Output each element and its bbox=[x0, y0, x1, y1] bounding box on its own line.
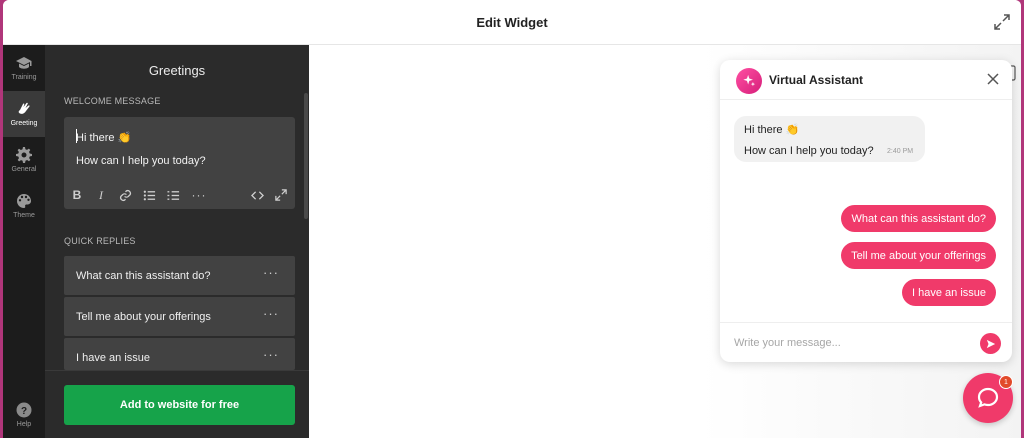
expand-icon[interactable] bbox=[993, 13, 1011, 31]
help-icon: ? bbox=[16, 402, 32, 418]
chat-quick-reply-button[interactable]: Tell me about your offerings bbox=[841, 242, 996, 269]
chat-input-bar bbox=[720, 322, 1012, 362]
welcome-line-2: How can I help you today? bbox=[76, 155, 206, 167]
rail-item-general[interactable]: General bbox=[3, 137, 45, 183]
quick-reply-text: What can this assistant do? bbox=[76, 270, 211, 282]
bot-message-line-1: Hi there 👏 bbox=[744, 124, 800, 136]
add-to-website-button[interactable]: Add to website for free bbox=[64, 385, 295, 425]
numbered-list-icon[interactable] bbox=[164, 186, 182, 204]
rail-label-general: General bbox=[11, 166, 37, 173]
send-button[interactable] bbox=[980, 333, 1001, 354]
rail-label-theme: Theme bbox=[13, 212, 35, 219]
code-view-icon[interactable] bbox=[248, 186, 266, 204]
rail-item-theme[interactable]: Theme bbox=[3, 183, 45, 229]
quick-reply-text: Tell me about your offerings bbox=[76, 311, 211, 323]
bot-message-line-2: How can I help you today? bbox=[744, 145, 874, 157]
more-icon[interactable]: ··· bbox=[263, 347, 279, 362]
quick-reply-item[interactable]: What can this assistant do? ··· bbox=[64, 256, 295, 295]
fullscreen-icon[interactable] bbox=[272, 186, 290, 204]
unread-badge: 1 bbox=[999, 375, 1013, 389]
bold-icon[interactable]: B bbox=[68, 186, 86, 204]
chat-quick-reply-button[interactable]: I have an issue bbox=[902, 279, 996, 306]
left-nav-rail: Training Greeting General Theme ? Help bbox=[3, 45, 45, 438]
rail-label-greeting: Greeting bbox=[10, 120, 38, 127]
chat-quick-reply-button[interactable]: What can this assistant do? bbox=[841, 205, 996, 232]
graduation-cap-icon bbox=[16, 57, 32, 69]
top-bar: Edit Widget bbox=[3, 0, 1021, 45]
rail-item-help[interactable]: ? Help bbox=[3, 392, 45, 438]
close-icon[interactable] bbox=[986, 72, 1000, 86]
edit-widget-window: Edit Widget Training Greeting General Th… bbox=[3, 0, 1021, 438]
sparkle-icon bbox=[743, 74, 756, 87]
italic-icon[interactable]: I bbox=[92, 186, 110, 204]
greetings-panel: Greetings WELCOME MESSAGE Hi there 👏 How… bbox=[45, 45, 309, 438]
message-input[interactable] bbox=[734, 333, 964, 353]
panel-scrollbar[interactable] bbox=[304, 93, 308, 219]
widget-preview-area: Virtual Assistant Hi there 👏 How can I h… bbox=[309, 45, 1021, 438]
rail-label-help: Help bbox=[16, 421, 32, 428]
quick-reply-item[interactable]: Tell me about your offerings ··· bbox=[64, 297, 295, 336]
rail-item-greeting[interactable]: Greeting bbox=[3, 91, 45, 137]
more-icon[interactable]: ··· bbox=[263, 306, 279, 321]
welcome-message-editor[interactable]: Hi there 👏 How can I help you today? B I… bbox=[64, 117, 295, 209]
gear-icon bbox=[16, 147, 32, 163]
page-title: Edit Widget bbox=[476, 14, 548, 30]
chat-header: Virtual Assistant bbox=[720, 60, 1012, 100]
message-timestamp: 2:40 PM bbox=[887, 148, 914, 155]
editor-toolbar: B I ··· bbox=[64, 184, 295, 206]
quick-reply-item[interactable]: I have an issue ··· bbox=[64, 338, 295, 370]
panel-footer: Add to website for free bbox=[45, 370, 309, 438]
svg-text:?: ? bbox=[21, 406, 27, 417]
palette-icon bbox=[17, 194, 32, 208]
send-icon bbox=[986, 339, 995, 348]
bot-message-bubble: Hi there 👏 How can I help you today? 2:4… bbox=[734, 116, 925, 162]
waving-hand-icon bbox=[18, 102, 30, 114]
quick-reply-text: I have an issue bbox=[76, 352, 150, 364]
panel-title: Greetings bbox=[148, 63, 206, 78]
rail-label-training: Training bbox=[11, 74, 37, 81]
link-icon[interactable] bbox=[116, 186, 134, 204]
welcome-line-1: Hi there 👏 bbox=[76, 132, 132, 144]
more-icon[interactable]: ··· bbox=[263, 265, 279, 280]
rail-item-training[interactable]: Training bbox=[3, 45, 45, 91]
more-options-icon[interactable]: ··· bbox=[190, 186, 208, 204]
chat-title: Virtual Assistant bbox=[769, 73, 864, 87]
chat-bubble-icon bbox=[977, 387, 999, 408]
assistant-avatar bbox=[736, 68, 762, 94]
quick-replies-label: QUICK REPLIES bbox=[64, 236, 136, 246]
bullet-list-icon[interactable] bbox=[140, 186, 158, 204]
chat-widget: Virtual Assistant Hi there 👏 How can I h… bbox=[720, 60, 1012, 362]
welcome-message-label: WELCOME MESSAGE bbox=[64, 96, 161, 106]
